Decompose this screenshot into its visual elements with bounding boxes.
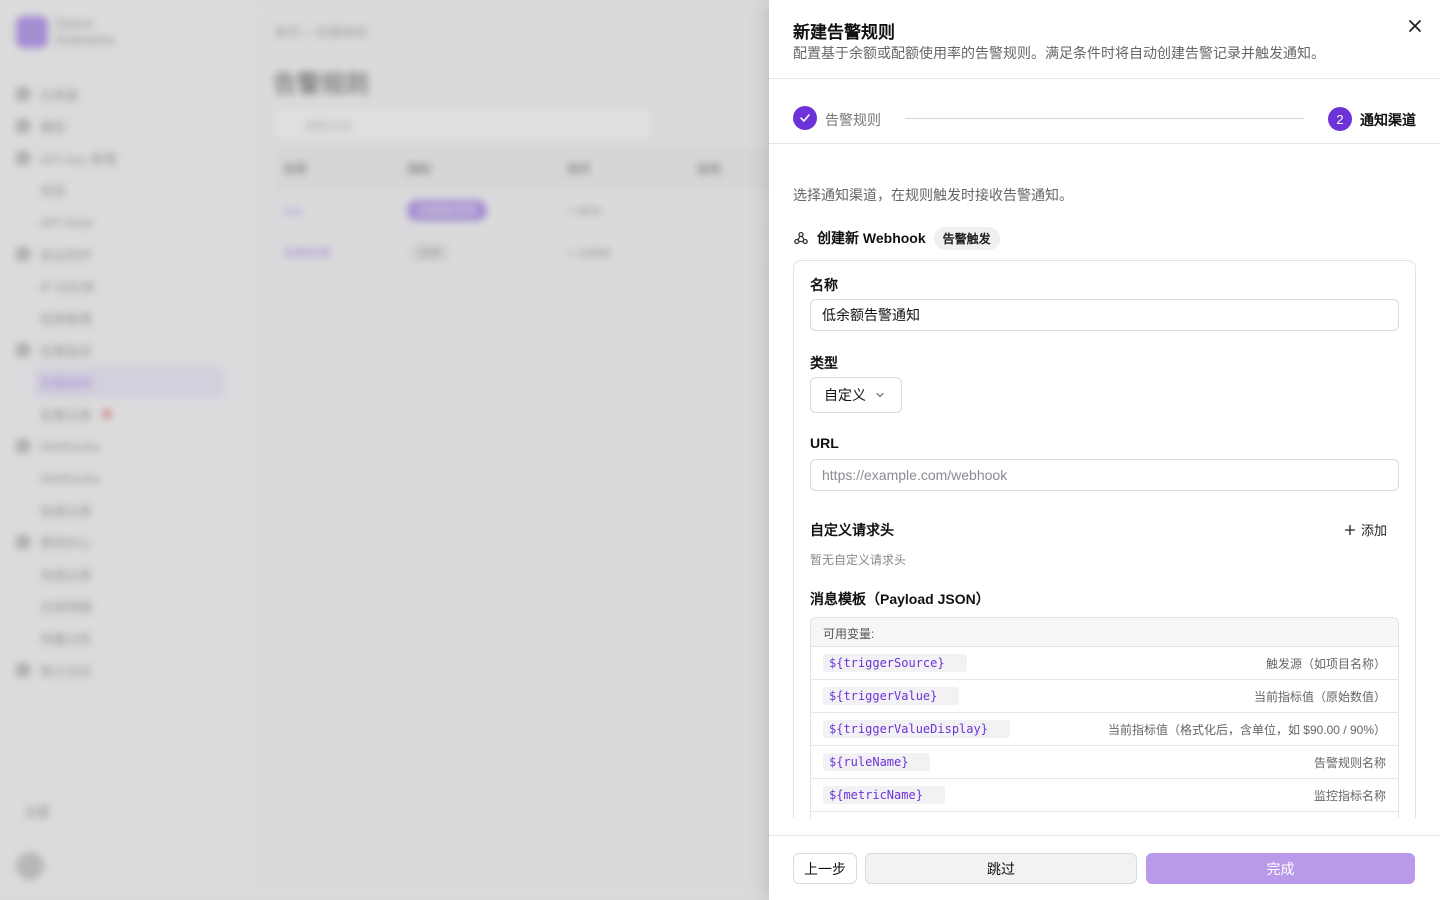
drawer-title: 新建告警规则 (793, 23, 895, 42)
add-header-label: 添加 (1361, 523, 1388, 538)
template-label: 消息模板（Payload JSON） (810, 591, 990, 607)
webhook-section-header: 创建新 Webhook 告警触发 (793, 226, 1000, 250)
close-icon[interactable] (1405, 16, 1425, 36)
variable-code[interactable]: ${metricName} (823, 786, 945, 804)
variable-row: ${metricName} 监控指标名称 (811, 779, 1398, 812)
add-header-button[interactable]: 添加 (1344, 520, 1387, 539)
step-label-alert-rule[interactable]: 告警规则 (825, 110, 881, 130)
url-input[interactable]: https://example.com/webhook (810, 459, 1399, 491)
variable-description: 监控指标名称 (1313, 788, 1386, 803)
check-icon (793, 106, 817, 130)
drawer-description: 配置基于余额或配额使用率的告警规则。满足条件时将自动创建告警记录并触发通知。 (793, 45, 1325, 61)
variable-code[interactable]: ${ruleName} (823, 753, 931, 771)
variable-row: ${triggerValue} 当前指标值（原始数值） (811, 680, 1398, 713)
headers-label: 自定义请求头 (810, 522, 894, 538)
type-select-value: 自定义 (824, 387, 866, 403)
drawer-header: 新建告警规则 配置基于余额或配额使用率的告警规则。满足条件时将自动创建告警记录并… (769, 0, 1440, 79)
skip-button[interactable]: 跳过 (865, 853, 1137, 884)
previous-step-button[interactable]: 上一步 (793, 853, 857, 884)
plus-icon (1344, 524, 1356, 535)
create-alert-rule-drawer: 新建告警规则 配置基于余额或配额使用率的告警规则。满足条件时将自动创建告警记录并… (769, 0, 1440, 900)
chevron-down-icon (876, 392, 884, 398)
name-input[interactable]: 低余额告警通知 (810, 299, 1399, 331)
variables-title: 可用变量: (811, 618, 1398, 647)
variables-list: ${triggerSource} 触发源（如项目名称） ${triggerValue… (811, 647, 1398, 818)
variable-description: 当前指标值（格式化后，含单位，如 $90.00 / 90%） (1107, 722, 1386, 737)
variable-description: 当前指标值（原始数值） (1253, 689, 1386, 704)
variable-row: ${triggerSource} 触发源（如项目名称） (811, 647, 1398, 680)
step-label-notify-channel: 通知渠道 (1360, 112, 1416, 128)
variable-code[interactable]: ${triggerValue} (823, 687, 960, 705)
variables-panel: 可用变量: ${triggerSource} 触发源（如项目名称） ${trigge… (810, 617, 1399, 818)
variable-code[interactable]: ${triggerValueDisplay} (823, 720, 1010, 738)
type-select[interactable]: 自定义 (810, 377, 902, 413)
channel-intro: 选择通知渠道，在规则触发时接收告警通知。 (793, 187, 1073, 203)
webhook-heading: 创建新 Webhook (817, 230, 926, 246)
step-number: 2 (1328, 107, 1352, 131)
drawer-body: 选择通知渠道，在规则触发时接收告警通知。 创建新 Webhook 告警触发 名称… (769, 145, 1440, 818)
headers-empty-text: 暂无自定义请求头 (810, 553, 907, 567)
stepper: 告警规则 2 通知渠道 (769, 79, 1440, 144)
variable-row: ${triggerValueDisplay} 当前指标值（格式化后，含单位，如 $… (811, 713, 1398, 746)
trigger-badge: 告警触发 (933, 226, 1000, 250)
type-label: 类型 (810, 355, 838, 371)
name-label: 名称 (810, 277, 838, 293)
variable-description: 告警规则名称 (1313, 755, 1386, 770)
variable-row: ${ruleName} 告警规则名称 (811, 746, 1398, 779)
variable-description: 触发源（如项目名称） (1265, 656, 1386, 671)
url-label: URL (810, 435, 839, 451)
finish-button[interactable]: 完成 (1146, 853, 1415, 884)
step-connector (905, 118, 1304, 119)
variable-code[interactable]: ${triggerSource} (823, 654, 967, 672)
variable-row: ${threshold} (811, 812, 1398, 818)
drawer-footer: 上一步 跳过 完成 (769, 835, 1440, 900)
webhook-form-card: 名称 低余额告警通知 类型 自定义 URL https://example.co… (793, 260, 1416, 818)
webhook-icon (794, 231, 808, 245)
